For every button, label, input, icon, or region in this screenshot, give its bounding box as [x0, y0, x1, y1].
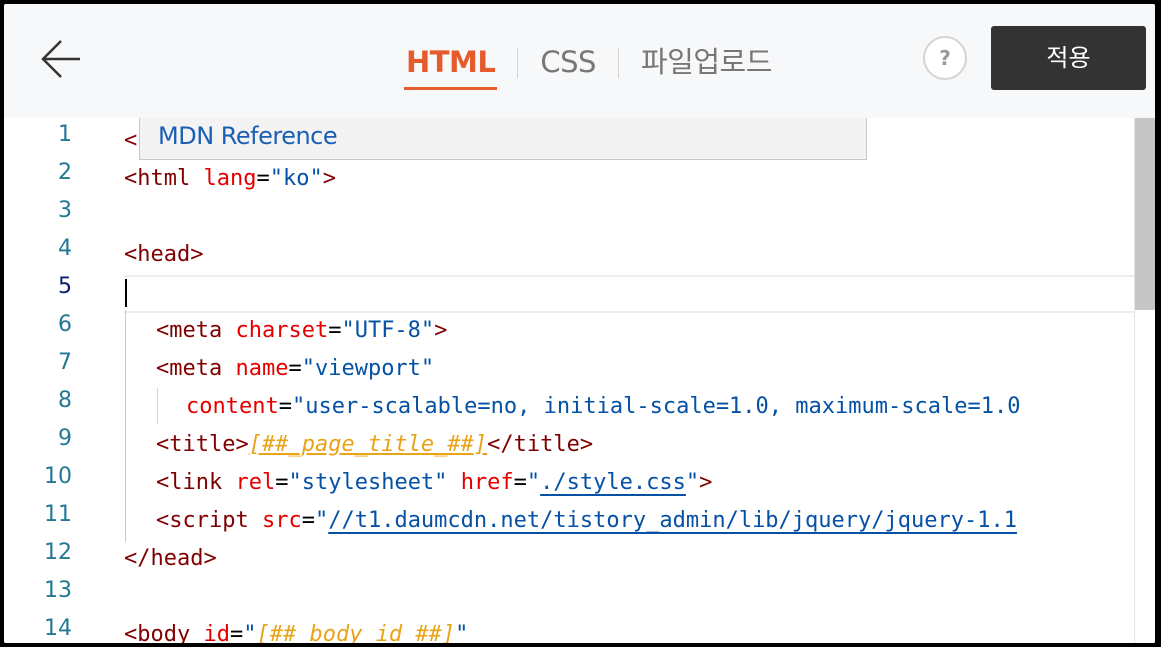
tab-file-upload[interactable]: 파일업로드 [639, 42, 774, 90]
code-token: = [229, 622, 244, 643]
line-number: 2 [58, 160, 72, 185]
vertical-scrollbar[interactable] [1134, 118, 1155, 643]
code-editor[interactable]: 1 2 3 4 5 6 7 8 9 10 11 12 13 14 < <html… [4, 118, 1155, 643]
code-token: </title> [487, 432, 594, 457]
template-variable: [##_page_title_##] [248, 432, 488, 457]
line-number-current: 5 [58, 274, 72, 299]
code-token: rel [235, 470, 276, 495]
line-number: 14 [44, 616, 72, 641]
script-link[interactable]: //t1.daumcdn.net/tistory_admin/lib/jquer… [328, 508, 1017, 533]
code-token: charset [235, 318, 329, 343]
code-token: "ko" [269, 166, 323, 191]
code-token: = [256, 166, 270, 191]
code-token: " [526, 470, 541, 495]
code-token: = [275, 470, 289, 495]
code-token: id [203, 622, 230, 643]
template-variable: [##_body_id_##] [256, 622, 456, 643]
arrow-left-icon [41, 40, 80, 78]
code-token: > [322, 166, 336, 191]
code-token: " [314, 508, 329, 533]
code-token: > [434, 318, 448, 343]
code-token: = [288, 356, 302, 381]
code-token: <link [156, 470, 223, 495]
code-token: " [243, 622, 257, 643]
code-token: <body [124, 622, 191, 643]
code-line-7: <meta name="viewport" [156, 350, 434, 388]
mdn-reference-tooltip[interactable]: MDN Reference [139, 118, 867, 160]
code-token: = [328, 318, 342, 343]
code-token: <meta [156, 318, 223, 343]
line-number: 10 [44, 464, 72, 489]
code-token: lang [203, 166, 257, 191]
code-token: <meta [156, 356, 223, 381]
help-button[interactable]: ? [923, 36, 967, 80]
line-number: 6 [58, 312, 72, 337]
tab-html[interactable]: HTML [404, 42, 498, 90]
code-token: = [301, 508, 315, 533]
code-area[interactable]: < <html lang="ko"> <head> <meta charset=… [124, 118, 1135, 643]
code-token: </head> [124, 546, 217, 571]
stylesheet-link[interactable]: ./style.css [540, 470, 686, 495]
tab-divider [617, 48, 619, 78]
line-number: 1 [58, 122, 72, 147]
code-line-10: <link rel="stylesheet" href="./style.css… [156, 464, 712, 502]
code-token: < [124, 128, 138, 153]
line-number: 9 [58, 426, 72, 451]
editor-window: HTML CSS 파일업로드 ? 적용 1 2 3 4 5 6 7 8 9 10… [4, 4, 1155, 643]
code-token: = [513, 470, 527, 495]
code-token: name [235, 356, 289, 381]
line-number: 8 [58, 388, 72, 413]
line-number: 3 [58, 198, 72, 223]
code-token: " [455, 622, 469, 643]
code-token: content [186, 394, 279, 419]
code-line-9: <title>[##_page_title_##]</title> [156, 426, 593, 464]
tab-divider [517, 48, 519, 78]
code-token: src [261, 508, 302, 533]
code-token: " [685, 470, 700, 495]
line-number: 7 [58, 350, 72, 375]
editor-header: HTML CSS 파일업로드 ? 적용 [4, 4, 1155, 119]
line-number: 11 [44, 502, 72, 527]
editor-tabs: HTML CSS 파일업로드 [404, 42, 774, 92]
code-token: <head> [124, 242, 204, 267]
code-line-2: <html lang="ko"> [124, 160, 336, 198]
code-line-11: <script src="//t1.daumcdn.net/tistory_ad… [156, 502, 1017, 540]
line-number: 4 [58, 236, 72, 261]
code-token: <title> [156, 432, 249, 457]
code-token: href [460, 470, 514, 495]
code-line-14: <body id="[##_body_id_##]" [124, 616, 468, 643]
line-number: 13 [44, 578, 72, 603]
back-button[interactable] [40, 38, 82, 80]
code-line-12: </head> [124, 540, 217, 578]
apply-button[interactable]: 적용 [991, 26, 1146, 90]
code-token: "stylesheet" [288, 470, 448, 495]
code-token: "viewport" [301, 356, 435, 381]
tab-css[interactable]: CSS [538, 42, 598, 90]
code-token: "user-scalable=no, initial-scale=1.0, ma… [291, 394, 1021, 419]
code-line-6: <meta charset="UTF-8"> [156, 312, 447, 350]
scrollbar-thumb[interactable] [1135, 118, 1155, 310]
code-line-1: < [124, 122, 137, 160]
line-number-gutter: 1 2 3 4 5 6 7 8 9 10 11 12 13 14 [4, 118, 84, 643]
code-token: "UTF-8" [341, 318, 435, 343]
code-token: = [278, 394, 292, 419]
code-line-8: content="user-scalable=no, initial-scale… [186, 388, 1020, 426]
code-token: <script [156, 508, 249, 533]
code-token: <html [124, 166, 191, 191]
code-line-4: <head> [124, 236, 203, 274]
code-token: > [699, 470, 713, 495]
line-number: 12 [44, 540, 72, 565]
